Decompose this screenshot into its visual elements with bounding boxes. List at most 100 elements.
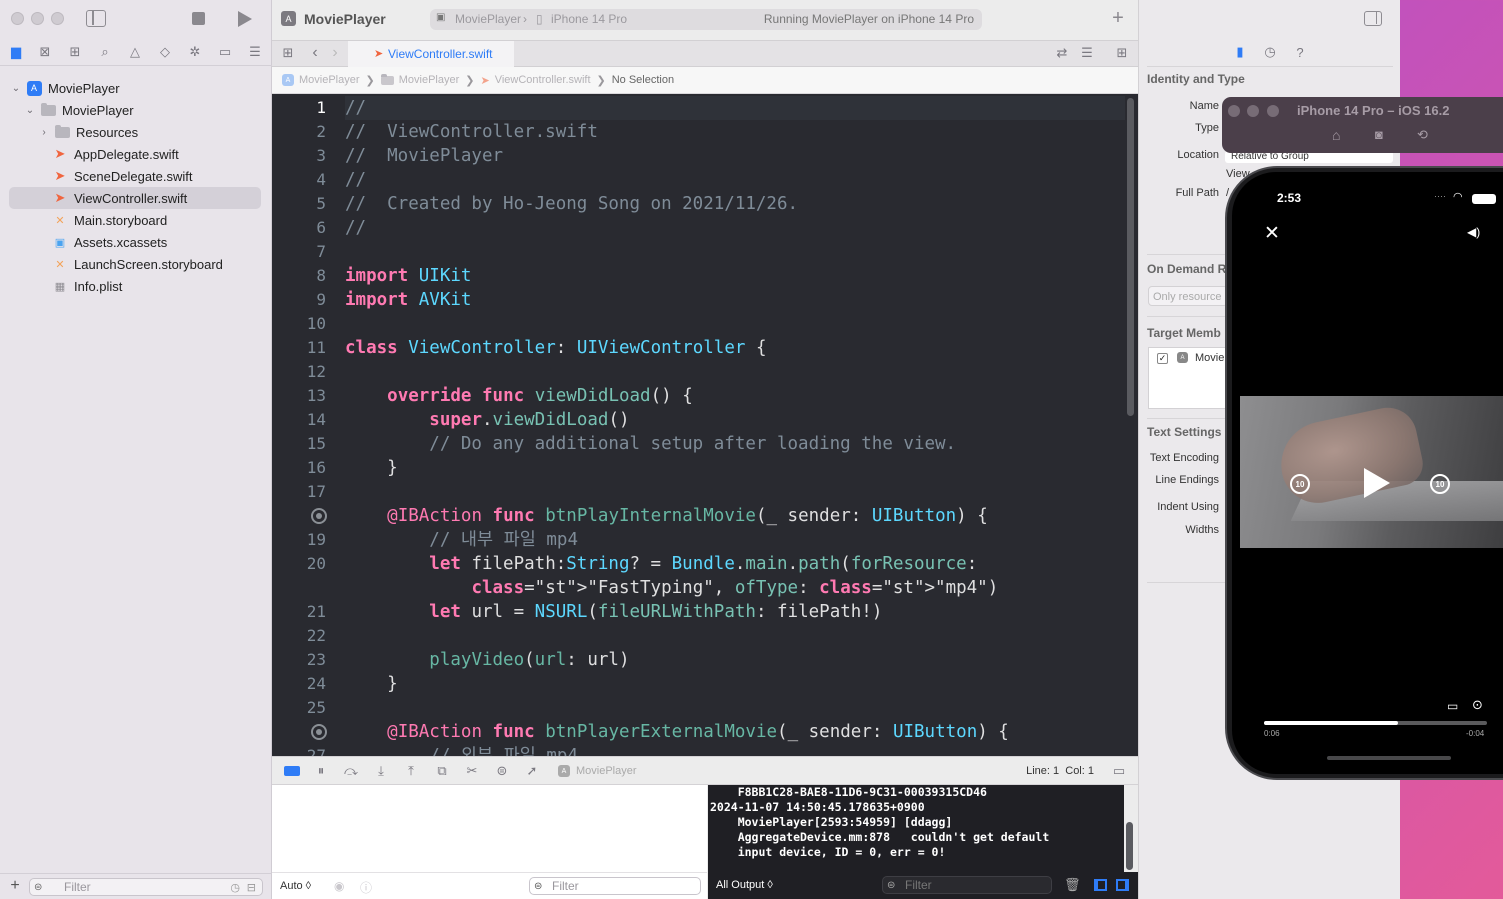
code-line[interactable]: class="st">"FastTyping", ofType: class="… bbox=[345, 576, 998, 600]
info-icon[interactable]: ⓘ bbox=[360, 879, 372, 896]
debug-icon[interactable]: ✲ bbox=[187, 44, 203, 59]
code-line[interactable]: } bbox=[345, 672, 398, 696]
code-line[interactable]: let url = NSURL(fileURLWithPath: filePat… bbox=[345, 600, 882, 624]
tree-item-project[interactable]: ⌄ A MoviePlayer bbox=[10, 77, 260, 99]
source-control-icon[interactable]: ⊠ bbox=[37, 44, 53, 59]
code-line[interactable]: } bbox=[345, 456, 398, 480]
panel-toggle-icon[interactable]: ▭ bbox=[1112, 763, 1126, 778]
adjust-editor-icon[interactable]: ☰ bbox=[1078, 45, 1096, 60]
help-icon[interactable]: ? bbox=[1293, 44, 1307, 60]
memory-graph-icon[interactable]: ✂ bbox=[465, 763, 479, 778]
code-editor[interactable]: 1 2 3 4 5 6 7 8 9 10 11 12 13 14 15 16 17 19 20 21 22 23 24 25 2… bbox=[272, 94, 1138, 756]
step-over-icon[interactable]: ⤼ bbox=[344, 763, 358, 778]
debug-process-label[interactable]: MoviePlayer bbox=[576, 765, 637, 777]
home-indicator[interactable] bbox=[1327, 756, 1451, 760]
console-filter-input[interactable]: ⊜ Filter bbox=[882, 876, 1052, 894]
right-pane-icon[interactable] bbox=[1116, 879, 1129, 891]
tab-viewcontroller[interactable]: ➤ ViewController.swift bbox=[348, 41, 514, 67]
code-line[interactable]: let filePath:String? = Bundle.main.path(… bbox=[345, 552, 977, 576]
breakpoint-marker[interactable] bbox=[311, 724, 327, 740]
scheme-device[interactable]: iPhone 14 Pro bbox=[551, 12, 627, 26]
resource-tags-input[interactable]: Only resource bbox=[1148, 286, 1228, 306]
skip-back-icon[interactable]: 10 bbox=[1290, 474, 1310, 494]
warning-icon[interactable]: △ bbox=[127, 44, 143, 59]
chevron-down-icon[interactable]: ⌄ bbox=[10, 83, 22, 94]
split-editor-icon[interactable]: ⊞ bbox=[1114, 45, 1130, 60]
stop-icon[interactable] bbox=[192, 12, 205, 25]
play-icon[interactable] bbox=[1364, 468, 1390, 498]
code-line[interactable]: import AVKit bbox=[345, 288, 471, 312]
environment-icon[interactable]: ⊜ bbox=[495, 763, 509, 778]
code-text[interactable]: //// ViewController.swift// MoviePlayer /… bbox=[345, 94, 1125, 756]
test-icon[interactable]: ◇ bbox=[157, 44, 173, 59]
code-line[interactable]: import UIKit bbox=[345, 264, 471, 288]
run-icon[interactable] bbox=[238, 11, 252, 27]
zoom-window-button[interactable] bbox=[51, 12, 64, 25]
chevron-right-icon[interactable]: › bbox=[38, 127, 50, 138]
grid-icon[interactable]: ⊞ bbox=[280, 45, 296, 60]
minimize-window-button[interactable] bbox=[31, 12, 44, 25]
rotate-icon[interactable]: ⟲ bbox=[1417, 127, 1428, 143]
close-window-button[interactable] bbox=[1228, 105, 1240, 117]
breadcrumb-item[interactable]: MoviePlayer bbox=[399, 74, 460, 86]
navigator-filter-input[interactable]: ⊜ Filter ◷ ⊟ bbox=[29, 878, 263, 896]
variables-filter-input[interactable]: ⊜ Filter bbox=[529, 877, 701, 895]
code-line[interactable]: // MoviePlayer bbox=[345, 144, 503, 168]
code-line[interactable]: // bbox=[345, 168, 366, 192]
code-line[interactable]: class ViewController: UIViewController { bbox=[345, 336, 766, 360]
airplay-icon[interactable]: ▭ bbox=[1447, 699, 1458, 713]
breadcrumb-item[interactable]: ViewController.swift bbox=[495, 74, 591, 86]
tree-item-group[interactable]: ⌄ MoviePlayer bbox=[24, 99, 260, 121]
view-hierarchy-icon[interactable]: ⧉ bbox=[435, 763, 449, 778]
tree-item-file[interactable]: ➤ SceneDelegate.swift bbox=[52, 165, 260, 187]
toggle-inspector-icon[interactable] bbox=[1364, 11, 1382, 26]
folder-icon[interactable]: ▆ bbox=[8, 44, 24, 59]
code-line[interactable]: @IBAction func btnPlayerExternalMovie(_ … bbox=[345, 720, 1009, 744]
close-player-icon[interactable]: ✕ bbox=[1264, 222, 1280, 245]
square-icon[interactable]: ⊟ bbox=[247, 880, 256, 896]
code-line[interactable]: // bbox=[345, 216, 366, 240]
volume-icon[interactable]: ◀) bbox=[1467, 225, 1480, 239]
clock-icon[interactable]: ◷ bbox=[230, 880, 240, 896]
iphone-screen[interactable]: 2:53 ···· ◠ ✕ ◀) 10 10 ▭ ⊙ 0:06 -0:04 bbox=[1232, 172, 1503, 774]
tree-item-file[interactable]: ✕ LaunchScreen.storyboard bbox=[52, 253, 260, 275]
pause-icon[interactable]: ⏸ bbox=[314, 763, 328, 778]
history-icon[interactable]: ◷ bbox=[1263, 44, 1277, 60]
code-line[interactable]: // Created by Ho-Jeong Song on 2021/11/2… bbox=[345, 192, 798, 216]
step-out-icon[interactable]: ⤒ bbox=[404, 763, 418, 778]
code-line[interactable]: super.viewDidLoad() bbox=[345, 408, 629, 432]
tree-item-resources[interactable]: › Resources bbox=[38, 121, 260, 143]
playback-progress[interactable] bbox=[1264, 721, 1487, 725]
minimize-window-button[interactable] bbox=[1247, 105, 1259, 117]
chevron-down-icon[interactable]: ⌄ bbox=[24, 105, 36, 116]
skip-forward-icon[interactable]: 10 bbox=[1430, 474, 1450, 494]
back-icon[interactable]: ‹ bbox=[308, 44, 322, 61]
breakpoint-icon[interactable]: ▭ bbox=[217, 44, 233, 59]
code-line[interactable]: playVideo(url: url) bbox=[345, 648, 629, 672]
console-output[interactable]: F8BB1C28-BAE8-11D6-9C31-00039315CD46 2024… bbox=[708, 785, 1124, 872]
console-scrollbar[interactable] bbox=[1126, 822, 1133, 870]
breakpoint-marker[interactable] bbox=[311, 508, 327, 524]
swap-icon[interactable]: ⇄ bbox=[1054, 45, 1070, 60]
more-icon[interactable]: ⊙ bbox=[1472, 697, 1483, 713]
scheme-selector[interactable]: ▣ MoviePlayer › ▯ iPhone 14 Pro Running … bbox=[430, 9, 982, 30]
breadcrumb-item[interactable]: MoviePlayer bbox=[299, 74, 360, 86]
close-window-button[interactable] bbox=[11, 12, 24, 25]
code-line[interactable]: // ViewController.swift bbox=[345, 120, 598, 144]
add-icon[interactable]: + bbox=[1110, 7, 1126, 29]
target-checkbox[interactable]: ✓ bbox=[1157, 353, 1168, 364]
step-into-icon[interactable]: ⤓ bbox=[374, 763, 388, 778]
editor-scrollbar[interactable] bbox=[1127, 98, 1134, 416]
add-icon[interactable]: + bbox=[8, 877, 22, 894]
code-line[interactable]: // 내부 파일 mp4 bbox=[345, 528, 578, 552]
tree-item-file[interactable]: ▦ Info.plist bbox=[52, 275, 260, 297]
auto-scope-selector[interactable]: Auto ◊ bbox=[280, 880, 311, 892]
output-selector[interactable]: All Output ◊ bbox=[716, 879, 773, 891]
zoom-window-button[interactable] bbox=[1267, 105, 1279, 117]
code-line[interactable]: override func viewDidLoad() { bbox=[345, 384, 693, 408]
home-icon[interactable]: ⌂ bbox=[1332, 127, 1340, 143]
location-icon[interactable]: ➚ bbox=[525, 763, 539, 778]
tree-item-file[interactable]: ➤ AppDelegate.swift bbox=[52, 143, 260, 165]
search-icon[interactable]: ⌕ bbox=[97, 44, 113, 59]
screenshot-icon[interactable]: ◙ bbox=[1375, 127, 1383, 142]
